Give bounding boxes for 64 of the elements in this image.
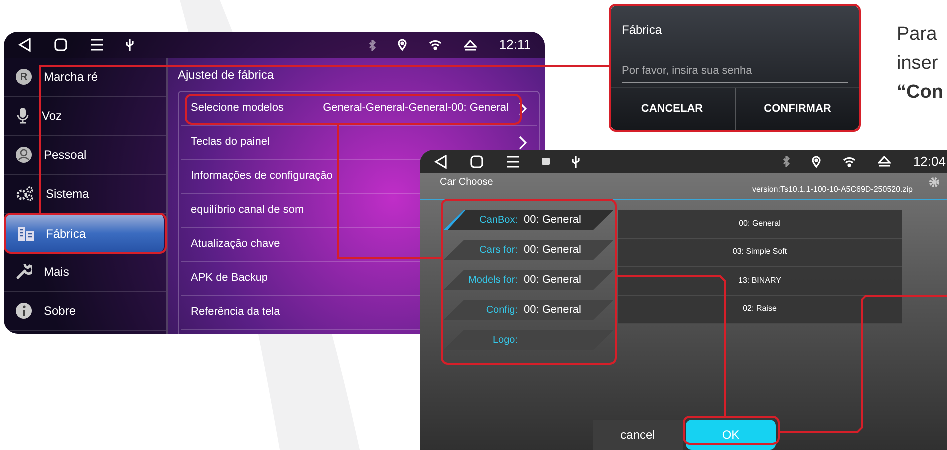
menu-icon[interactable] (90, 39, 104, 51)
building-icon (18, 226, 34, 240)
back-icon[interactable] (18, 38, 32, 52)
sidebar-item[interactable]: Sistema (4, 175, 166, 214)
dialog-button[interactable]: CONFIRMAR (734, 88, 860, 131)
wifi-icon (843, 156, 856, 166)
status-time: 12:11 (499, 36, 531, 54)
field-row[interactable]: Models for: 00: General (444, 270, 614, 290)
option-row[interactable]: 03: Simple Soft (618, 238, 902, 267)
instruction-text: “Con (897, 81, 944, 105)
settings-item-value: General-General-General-00: General (323, 101, 509, 116)
bluetooth-icon (369, 40, 376, 50)
sidebar-item[interactable]: R Marcha ré (4, 58, 166, 97)
sidebar-item[interactable]: Fábrica (6, 214, 164, 253)
field-row[interactable]: CanBox: 00: General (444, 210, 614, 230)
settings-item-label[interactable]: Teclas do painel (191, 134, 270, 151)
gears-icon (16, 186, 34, 202)
home-icon[interactable] (470, 154, 484, 168)
version-text: version:Ts10.1.1-100-10-A5C69D-250520.zip (752, 184, 913, 196)
chevron-right-icon (519, 136, 527, 150)
eject-icon (464, 40, 478, 50)
instruction-text: inser (897, 52, 940, 76)
location-icon (812, 156, 822, 168)
sidebar-item[interactable]: Voz (4, 97, 166, 136)
option-row[interactable]: 00: General (618, 210, 902, 238)
sd-card-icon (542, 158, 550, 165)
back-icon[interactable] (434, 154, 448, 168)
option-row[interactable]: 02: Raise (618, 296, 902, 324)
settings-item-label[interactable]: Referência da tela (191, 304, 280, 321)
microphone-icon (16, 108, 30, 124)
menu-icon[interactable] (506, 156, 520, 168)
settings-icon[interactable] (929, 177, 940, 188)
screen-title: Car Choose (440, 176, 494, 190)
settings-item-label[interactable]: Selecione modelos (191, 100, 284, 117)
option-row[interactable]: 13: BINARY (618, 267, 902, 296)
eject-icon (878, 156, 892, 167)
sidebar-item[interactable]: Pessoal (4, 136, 166, 175)
settings-item-label[interactable]: APK de Backup (191, 270, 268, 287)
settings-item-label[interactable]: Atualização chave (191, 236, 280, 253)
sidebar-item[interactable]: Sobre (4, 292, 166, 331)
sidebar-item[interactable]: Mais (4, 253, 166, 292)
home-icon[interactable] (54, 38, 68, 52)
dialog-button[interactable]: CANCELAR (610, 88, 734, 131)
location-icon (398, 39, 408, 51)
info-icon (16, 303, 32, 319)
password-field[interactable]: Por favor, insira sua senha (622, 61, 848, 82)
settings-item-label[interactable]: equilíbrio canal de som (191, 202, 304, 219)
field-row[interactable]: Cars for: 00: General (444, 240, 614, 260)
field-row[interactable]: Config: 00: General (444, 300, 614, 320)
settings-item-label[interactable]: Informações de configuração (191, 168, 333, 185)
reverse-icon: R (16, 69, 32, 85)
usb-icon (126, 39, 134, 51)
chevron-right-icon (519, 102, 527, 116)
wrench-icon (16, 264, 32, 280)
cancel-button[interactable]: cancel (593, 420, 683, 450)
status-time: 12:04 (913, 152, 946, 171)
instruction-text: Para (897, 23, 938, 47)
usb-icon (572, 156, 580, 168)
wifi-icon (429, 40, 442, 50)
section-title: Ajusted de fábrica (178, 67, 276, 84)
bluetooth-icon (783, 156, 790, 167)
dialog-title: Fábrica (621, 22, 664, 39)
person-icon (16, 147, 32, 163)
field-row[interactable]: Logo: (444, 330, 614, 350)
